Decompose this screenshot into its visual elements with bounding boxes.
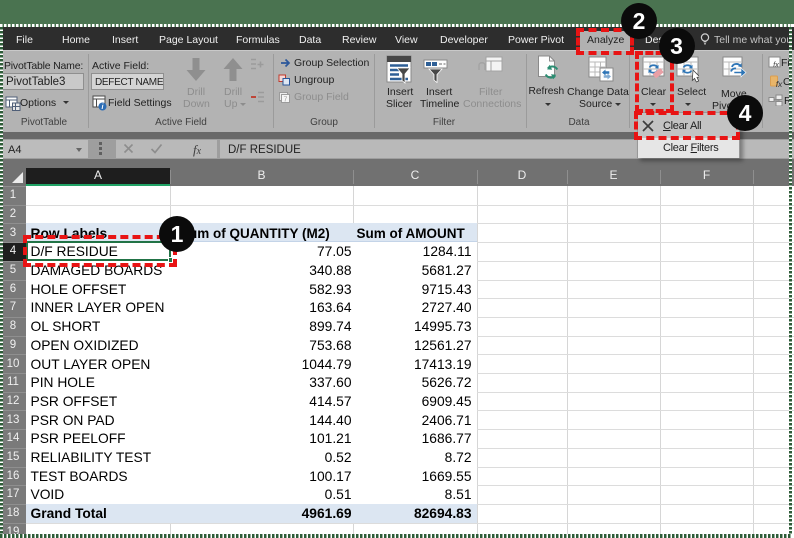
svg-text:7: 7 xyxy=(284,97,288,104)
svg-text:fx: fx xyxy=(773,60,779,69)
svg-text:fx: fx xyxy=(776,79,783,88)
